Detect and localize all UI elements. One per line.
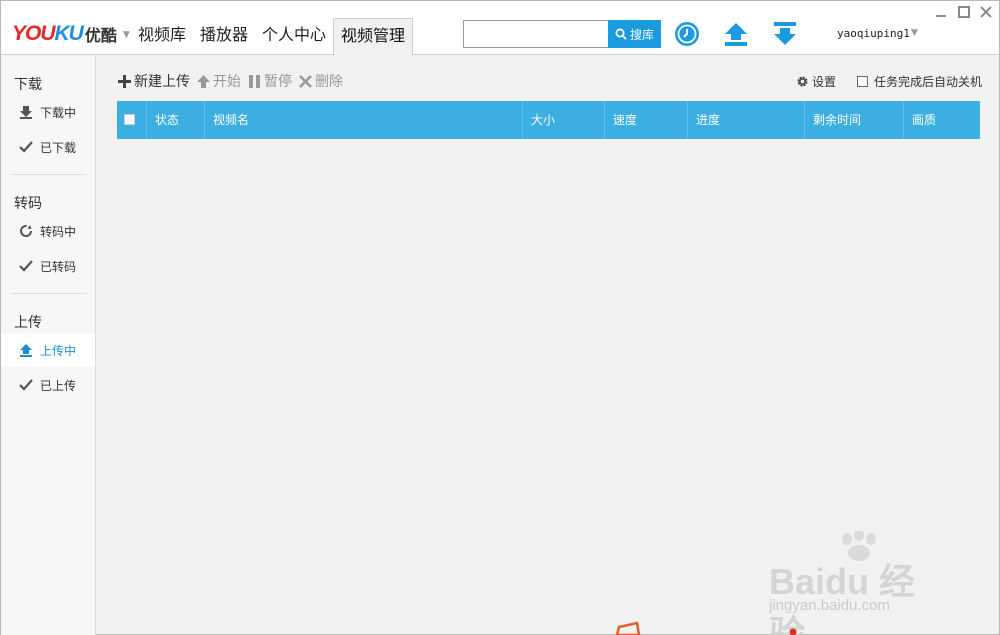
up-arrow-icon (197, 74, 210, 88)
check-icon (19, 141, 33, 153)
partial-graphic (615, 621, 797, 635)
sidebar-item-label: 已下载 (40, 140, 77, 155)
sidebar-item-uploading[interactable]: 上传中 (1, 333, 95, 367)
user-chevron-down-icon[interactable]: ▼ (911, 28, 918, 38)
search-input[interactable] (463, 20, 609, 48)
search-button-label: 搜库 (629, 27, 654, 42)
check-icon (19, 379, 33, 391)
download-icon (20, 106, 32, 119)
main-nav: 视频库 播放器 个人中心 视频管理 (131, 18, 414, 56)
youku-logo[interactable]: YOUKU 优酷 ▼ (12, 21, 130, 47)
delete-button[interactable]: 删除 (298, 71, 343, 91)
tab-video-library[interactable]: 视频库 (131, 18, 193, 55)
start-button[interactable]: 开始 (196, 71, 241, 91)
sidebar-item-label: 已转码 (40, 259, 77, 274)
header-bar: YOUKU 优酷 ▼ 视频库 播放器 个人中心 视频管理 搜库 yaoqiupi… (1, 1, 999, 56)
sidebar-item-label: 上传中 (40, 343, 77, 358)
select-all-checkbox[interactable] (124, 114, 135, 125)
tab-personal-center[interactable]: 个人中心 (255, 18, 333, 55)
chevron-down-icon[interactable]: ▼ (123, 30, 130, 40)
upload-table-header: 状态 视频名 大小 速度 进度 剩余时间 画质 (117, 101, 980, 139)
upload-icon (20, 344, 32, 357)
app-window: YOUKU 优酷 ▼ 视频库 播放器 个人中心 视频管理 搜库 yaoqiupi… (0, 0, 1000, 635)
auto-shutdown-label: 任务完成后自动关机 (874, 75, 983, 89)
column-video-name[interactable]: 视频名 (204, 101, 522, 139)
tab-video-management[interactable]: 视频管理 (333, 18, 414, 56)
column-progress[interactable]: 进度 (687, 101, 804, 139)
download-arrow-icon[interactable] (772, 21, 798, 47)
gear-icon (797, 76, 808, 87)
sidebar-item-transcoding[interactable]: 转码中 (1, 214, 95, 248)
sidebar-item-transcoded[interactable]: 已转码 (1, 249, 95, 283)
column-status[interactable]: 状态 (146, 101, 204, 139)
search-icon (615, 28, 627, 40)
column-time-remaining[interactable]: 剩余时间 (804, 101, 903, 139)
plus-icon (118, 74, 131, 88)
maximize-icon[interactable] (957, 5, 971, 19)
close-icon[interactable] (979, 5, 993, 19)
sidebar-section-download: 下载 (14, 77, 42, 93)
sidebar-divider (11, 174, 87, 175)
sidebar-item-downloaded[interactable]: 已下载 (1, 130, 95, 164)
sidebar-item-label: 转码中 (40, 224, 77, 239)
sidebar-divider (11, 293, 87, 294)
sidebar-item-label: 下载中 (40, 105, 77, 120)
auto-shutdown-checkbox[interactable] (857, 76, 868, 87)
column-speed[interactable]: 速度 (604, 101, 687, 139)
settings-button[interactable]: 设置 (796, 73, 836, 90)
minimize-icon[interactable] (934, 5, 948, 19)
pause-icon (249, 74, 260, 88)
search-button[interactable]: 搜库 (608, 20, 661, 48)
sidebar-section-transcode: 转码 (14, 196, 42, 212)
new-upload-button[interactable]: 新建上传 (117, 71, 190, 91)
sidebar-item-uploaded[interactable]: 已上传 (1, 368, 95, 402)
refresh-icon (20, 225, 32, 237)
logo-wordmark: YOUKU (12, 22, 84, 45)
column-quality[interactable]: 画质 (903, 101, 980, 139)
check-icon (19, 260, 33, 272)
watermark-url: jingyan.baidu.com (769, 597, 890, 614)
baidu-watermark: Baidu 经验 jingyan.baidu.com (769, 531, 949, 635)
upload-toolbar: 新建上传 开始 暂停 删除 (117, 71, 349, 91)
sidebar-item-downloading[interactable]: 下载中 (1, 95, 95, 129)
sidebar-section-upload: 上传 (14, 315, 42, 331)
sidebar-item-label: 已上传 (40, 378, 77, 393)
logo-cn: 优酷 (84, 26, 117, 45)
auto-shutdown-option: 任务完成后自动关机 (857, 73, 982, 90)
delete-x-icon (299, 74, 312, 88)
clock-icon[interactable] (674, 21, 700, 47)
sidebar: 下载 下载中 已下载 转码 转码中 已转码 上传 上传中 已上传 (1, 56, 96, 635)
upload-arrow-icon[interactable] (723, 21, 749, 47)
username[interactable]: yaoqiuping1 (837, 27, 910, 40)
pause-button[interactable]: 暂停 (247, 71, 292, 91)
tab-player[interactable]: 播放器 (193, 18, 255, 55)
column-size[interactable]: 大小 (522, 101, 604, 139)
